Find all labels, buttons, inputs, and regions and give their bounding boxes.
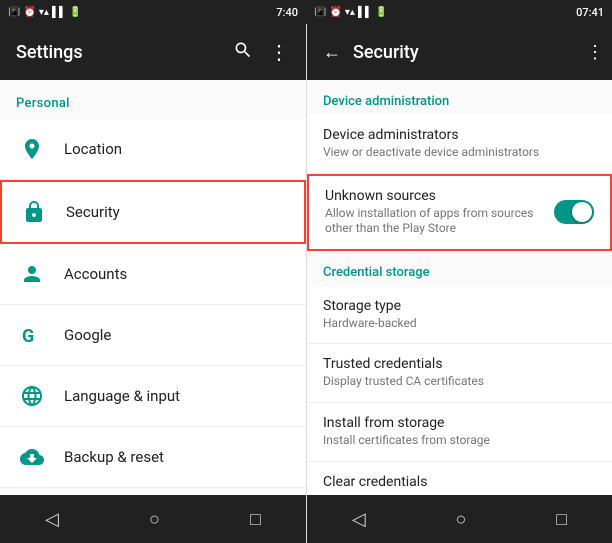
trusted-credentials-item[interactable]: Trusted credentials Display trusted CA c…: [307, 344, 612, 403]
google-label: Google: [64, 326, 111, 344]
battery-icon: 🔋: [69, 7, 81, 18]
trusted-credentials-title: Trusted credentials: [323, 356, 588, 372]
settings-item-backup[interactable]: Backup & reset: [0, 427, 306, 488]
storage-type-title: Storage type: [323, 298, 588, 314]
device-admin-subtitle: View or deactivate device administrators: [323, 145, 588, 161]
wifi-icon: ▾▴: [39, 7, 49, 18]
credential-storage-header: Credential storage: [307, 251, 612, 286]
settings-toolbar: Settings ⋮: [0, 24, 306, 80]
device-admin-title: Device administrators: [323, 127, 588, 143]
security-title: Security: [353, 42, 574, 63]
vibrate-icon-r: 📳: [314, 7, 326, 18]
install-storage-title: Install from storage: [323, 415, 588, 431]
back-nav-icon-r[interactable]: ◁: [352, 509, 366, 530]
recent-nav-icon[interactable]: □: [250, 509, 261, 530]
security-label: Security: [66, 203, 120, 221]
device-admin-header: Device administration: [307, 80, 612, 115]
accounts-label: Accounts: [64, 265, 127, 283]
battery-icon-r: 🔋: [375, 7, 387, 18]
settings-panel: Settings ⋮ Personal Location: [0, 24, 306, 543]
storage-type-item[interactable]: Storage type Hardware-backed: [307, 286, 612, 345]
right-nav-bar: ◁ ○ □: [307, 495, 612, 543]
left-status-time: 7:40: [276, 6, 298, 19]
location-label: Location: [64, 140, 122, 158]
signal-icon-r: ▌▌: [358, 7, 372, 18]
right-status-icons: 📳 ⏰ ▾▴ ▌▌ 🔋: [314, 7, 388, 18]
right-status-time: 07:41: [576, 6, 604, 19]
home-nav-icon-r[interactable]: ○: [456, 509, 467, 530]
back-arrow-icon[interactable]: ←: [323, 42, 341, 63]
more-vert-icon[interactable]: ⋮: [269, 40, 290, 64]
vibrate-icon: 📳: [8, 7, 20, 18]
language-icon: [16, 380, 48, 412]
back-nav-icon[interactable]: ◁: [45, 509, 59, 530]
clear-credentials-item[interactable]: Clear credentials: [307, 462, 612, 495]
install-from-storage-item[interactable]: Install from storage Install certificate…: [307, 403, 612, 462]
home-nav-icon[interactable]: ○: [149, 509, 160, 530]
svg-text:G: G: [22, 326, 34, 347]
settings-item-google[interactable]: G Google: [0, 305, 306, 366]
unknown-sources-item[interactable]: Unknown sources Allow installation of ap…: [307, 174, 612, 251]
lock-icon: [18, 196, 50, 228]
unknown-sources-title: Unknown sources: [325, 188, 546, 204]
backup-icon: [16, 441, 48, 473]
account-icon: [16, 258, 48, 290]
left-nav-bar: ◁ ○ □: [0, 495, 306, 543]
personal-section-header: Personal: [0, 80, 306, 119]
settings-item-accounts[interactable]: Accounts: [0, 244, 306, 305]
storage-type-subtitle: Hardware-backed: [323, 316, 588, 332]
more-icon[interactable]: ⋮: [586, 42, 604, 63]
clear-credentials-title: Clear credentials: [323, 474, 588, 490]
signal-icon: ▌▌: [52, 7, 66, 18]
wifi-icon-r: ▾▴: [345, 7, 355, 18]
settings-item-language[interactable]: Language & input: [0, 366, 306, 427]
search-icon[interactable]: [233, 40, 253, 65]
unknown-sources-subtitle: Allow installation of apps from sources …: [325, 206, 546, 237]
alarm-icon: ⏰: [23, 7, 35, 18]
unknown-sources-toggle[interactable]: [554, 200, 594, 224]
settings-title: Settings: [16, 42, 83, 63]
install-storage-subtitle: Install certificates from storage: [323, 433, 588, 449]
device-administrators-item[interactable]: Device administrators View or deactivate…: [307, 115, 612, 174]
trusted-credentials-subtitle: Display trusted CA certificates: [323, 374, 588, 390]
security-list: Device administration Device administrat…: [307, 80, 612, 495]
alarm-icon-r: ⏰: [329, 7, 341, 18]
location-icon: [16, 133, 48, 165]
google-icon: G: [16, 319, 48, 351]
left-status-icons: 📳 ⏰ ▾▴ ▌▌ 🔋: [8, 7, 82, 18]
settings-item-location[interactable]: Location: [0, 119, 306, 180]
security-toolbar: ← Security ⋮: [307, 24, 612, 80]
settings-item-security[interactable]: Security: [0, 180, 306, 244]
language-label: Language & input: [64, 387, 180, 405]
backup-label: Backup & reset: [64, 448, 164, 466]
settings-list: Personal Location Security Acc: [0, 80, 306, 495]
security-panel: ← Security ⋮ Device administration Devic…: [306, 24, 612, 543]
recent-nav-icon-r[interactable]: □: [556, 509, 567, 530]
